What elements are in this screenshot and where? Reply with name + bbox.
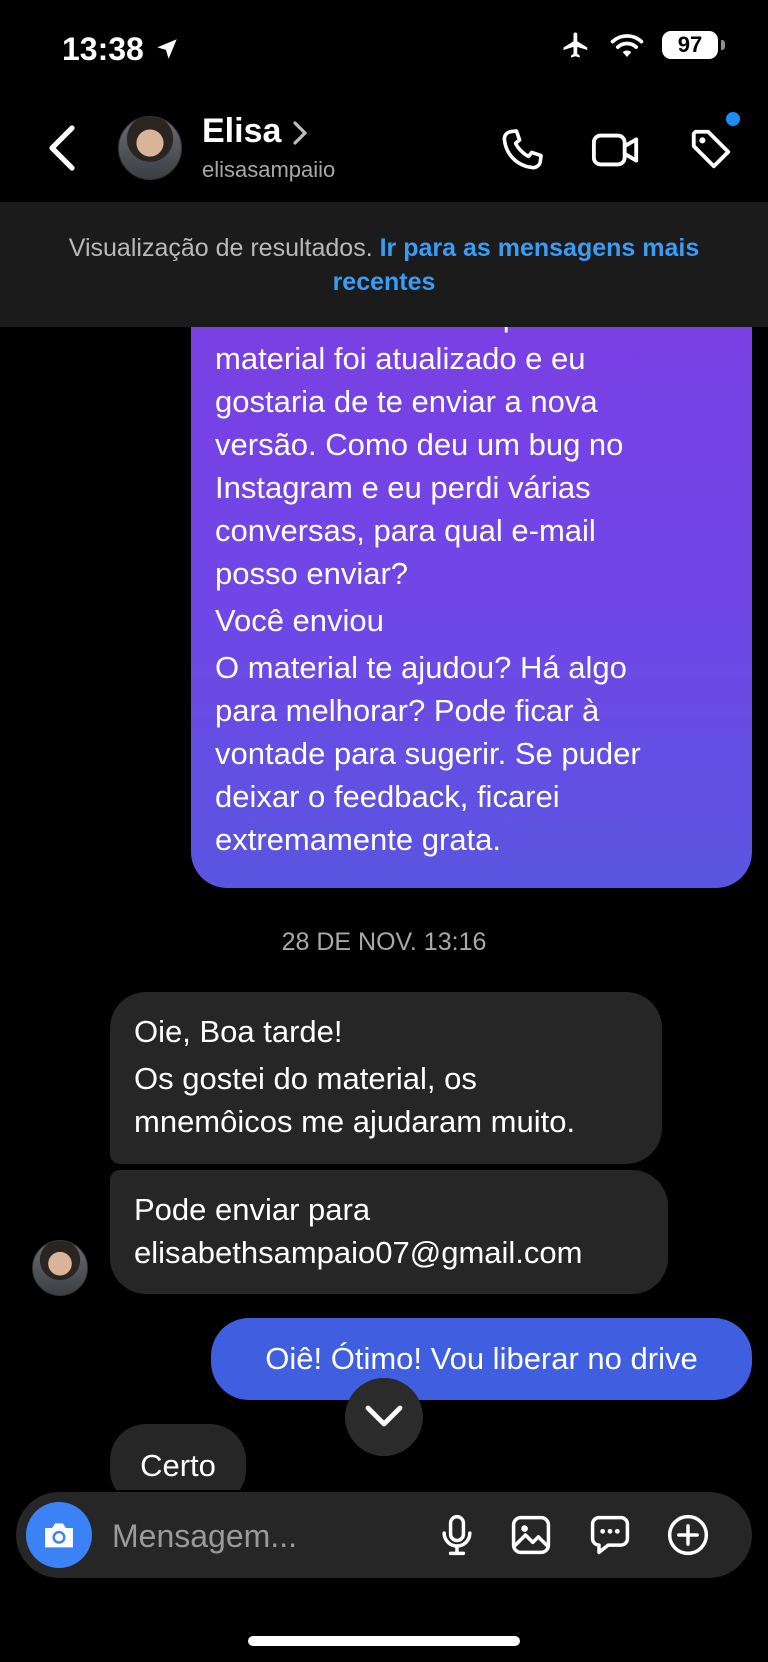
contact-name[interactable]: Elisa	[202, 112, 281, 151]
message-input[interactable]	[110, 1492, 414, 1580]
battery-indicator: 97	[662, 31, 725, 59]
info-chevron-icon	[293, 121, 308, 145]
message-text-line: Pode enviar para	[134, 1192, 371, 1227]
message-text-line: conversas, para qual e-mail	[215, 513, 596, 548]
profile-info-button[interactable]	[292, 120, 308, 151]
incoming-message-bubble[interactable]: Pode enviar para elisabethsampaio07@gmai…	[110, 1170, 668, 1294]
label-button[interactable]	[688, 126, 734, 177]
contact-handle: elisasampaiio	[202, 157, 336, 182]
date-separator: 28 DE NOV. 13:16	[281, 928, 487, 956]
message-text: Oiê! Ótimo! Vou liberar no drive	[265, 1341, 698, 1376]
sent-label: Você enviou	[215, 603, 384, 638]
incoming-message-bubble[interactable]: Oie, Boa tarde! Os gostei do material, o…	[110, 992, 662, 1164]
message-text-line: vontade para sugerir. Se puder	[215, 736, 641, 771]
plus-circle-icon[interactable]	[666, 1513, 710, 1557]
message-text-line: elisabethsampaio07@gmail.com	[134, 1235, 583, 1270]
message-text-line: Instagram e eu perdi várias	[215, 470, 591, 505]
avatar[interactable]	[118, 116, 182, 180]
message-text-line: Os gostei do material, os	[134, 1061, 477, 1096]
status-bar-left: 13:38	[62, 26, 180, 72]
video-icon	[591, 133, 639, 167]
banner-text: Visualização de resultados.	[68, 233, 373, 262]
wifi-icon	[610, 34, 644, 58]
back-chevron-icon	[49, 125, 75, 171]
location-arrow-icon	[157, 39, 177, 59]
search-results-banner: Visualização de resultados. Ir para as m…	[0, 202, 768, 327]
back-button[interactable]	[44, 124, 80, 177]
outgoing-message-bubble[interactable]: mnemônicos um tempo atrás. O material fo…	[191, 290, 752, 888]
message-text-line: para melhorar? Pode ficar à	[215, 693, 600, 728]
message-text-line: deixar o feedback, ficarei	[215, 779, 560, 814]
message-text-line: posso enviar?	[215, 556, 409, 591]
phone-icon	[502, 129, 543, 170]
message-text-line: gostaria de te enviar a nova	[215, 384, 598, 419]
status-time: 13:38	[62, 30, 144, 67]
battery-level: 97	[677, 32, 703, 57]
camera-icon	[45, 1523, 73, 1548]
sender-avatar[interactable]	[32, 1240, 88, 1296]
home-indicator	[248, 1636, 520, 1646]
microphone-icon[interactable]	[435, 1513, 479, 1557]
jump-to-recent-link[interactable]: Ir para as mensagens mais recentes	[333, 234, 700, 296]
message-text: Certo	[140, 1447, 216, 1483]
status-bar-right: 97	[560, 30, 725, 60]
video-call-button[interactable]	[591, 126, 641, 179]
message-text-line: material foi atualizado e eu	[215, 341, 586, 376]
notification-dot	[726, 112, 740, 126]
message-text-line: mnemôicos me ajudaram muito.	[134, 1104, 576, 1139]
airplane-icon	[563, 32, 588, 58]
message-text-line: extremamente grata.	[215, 822, 502, 857]
scroll-to-bottom-button[interactable]	[345, 1378, 423, 1456]
sticker-icon[interactable]	[588, 1513, 632, 1557]
message-text-line: O material te ajudou? Há algo	[215, 650, 627, 685]
message-composer	[16, 1492, 752, 1580]
outgoing-message-bubble[interactable]: Oiê! Ótimo! Vou liberar no drive	[211, 1318, 752, 1400]
image-icon[interactable]	[509, 1513, 553, 1557]
message-text-line: Oie, Boa tarde!	[134, 1014, 343, 1049]
tag-icon	[691, 129, 731, 169]
chevron-down-icon	[365, 1405, 403, 1427]
message-text-line: versão. Como deu um bug no	[215, 427, 624, 462]
camera-button[interactable]	[26, 1502, 92, 1568]
call-button[interactable]	[498, 126, 546, 179]
